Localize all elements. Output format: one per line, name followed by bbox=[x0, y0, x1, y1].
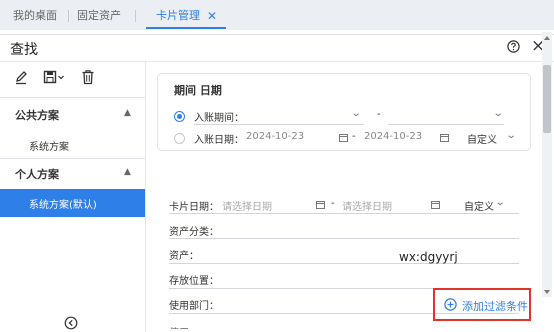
add-filter-button[interactable]: 添加过滤条件 bbox=[433, 288, 531, 321]
card-date-end-input[interactable]: 请选择日期 bbox=[342, 198, 392, 213]
scroll-down-arrow[interactable] bbox=[544, 290, 550, 294]
calendar-icon[interactable] bbox=[440, 133, 449, 142]
public-schemes-section: 公共方案 ▲ 系统方案 bbox=[0, 98, 145, 160]
date-dash: - bbox=[352, 131, 356, 142]
tab-card-management[interactable]: 卡片管理 bbox=[156, 7, 200, 25]
calendar-icon[interactable] bbox=[431, 200, 440, 209]
tab-separator bbox=[135, 10, 136, 22]
asset-category-input[interactable] bbox=[169, 238, 519, 239]
scheme-item-label: 系统方案(默认) bbox=[29, 200, 97, 211]
scroll-thumb[interactable] bbox=[543, 65, 551, 133]
help-icon[interactable] bbox=[507, 40, 520, 53]
card-date-mode-select[interactable]: 自定义 bbox=[464, 198, 494, 213]
tab-separator bbox=[68, 10, 69, 22]
delete-icon[interactable] bbox=[81, 68, 95, 86]
asset-input[interactable] bbox=[169, 263, 519, 264]
next-field-label-partial: 使用 bbox=[169, 324, 189, 329]
vertical-scrollbar[interactable] bbox=[542, 32, 552, 297]
card-date-label: 卡片日期： bbox=[169, 202, 219, 213]
add-filter-label: 添加过滤条件 bbox=[462, 300, 528, 313]
field-underline bbox=[169, 213, 519, 214]
watermark-text: wx:dgyyrj bbox=[399, 250, 458, 264]
scroll-up-arrow[interactable] bbox=[544, 36, 550, 40]
period-label: 入账期间： bbox=[194, 113, 244, 124]
period-end-select[interactable] bbox=[388, 124, 504, 125]
calendar-icon[interactable] bbox=[316, 200, 325, 209]
calendar-icon[interactable] bbox=[339, 133, 348, 142]
scheme-item[interactable]: 系统方案 bbox=[29, 138, 69, 153]
period-dash: - bbox=[377, 109, 381, 120]
date-end-value[interactable]: 2024-10-23 bbox=[364, 131, 422, 142]
collapse-sidebar-icon[interactable] bbox=[64, 316, 78, 330]
scheme-item-default[interactable]: 系统方案(默认) bbox=[0, 189, 145, 217]
date-start-value[interactable]: 2024-10-23 bbox=[246, 131, 304, 142]
chevron-down-icon[interactable]: ⌄ bbox=[506, 130, 517, 141]
tab-fixed-assets[interactable]: 固定资产 bbox=[77, 7, 121, 25]
chevron-up-icon[interactable]: ▲ bbox=[124, 108, 131, 118]
period-start-select[interactable] bbox=[194, 124, 364, 125]
plus-circle-icon bbox=[444, 298, 457, 311]
period-radio[interactable] bbox=[174, 111, 185, 122]
public-schemes-title[interactable]: 公共方案 bbox=[15, 107, 59, 123]
save-icon[interactable] bbox=[43, 68, 65, 86]
asset-category-label: 资产分类： bbox=[169, 227, 219, 238]
period-date-title: 期间 日期 bbox=[174, 84, 222, 97]
location-label: 存放位置： bbox=[169, 276, 219, 287]
period-date-card: 期间 日期 入账期间： ⌄ - ⌄ 入账日期： 2024-10-23 - 202… bbox=[157, 73, 531, 151]
card-date-dash: - bbox=[331, 198, 335, 209]
private-schemes-title[interactable]: 个人方案 bbox=[15, 166, 59, 182]
date-label: 入账日期： bbox=[194, 135, 244, 146]
edit-icon[interactable] bbox=[14, 68, 28, 86]
tab-my-desktop[interactable]: 我的桌面 bbox=[13, 7, 57, 25]
dialog-header: 查找 × bbox=[0, 35, 554, 62]
period-end-dropdown-icon[interactable]: ⌄ bbox=[493, 108, 504, 119]
dialog-title: 查找 bbox=[10, 42, 38, 58]
scheme-sidebar: 公共方案 ▲ 系统方案 个人方案 ▲ 系统方案(默认) bbox=[0, 62, 146, 332]
date-mode-select[interactable]: 自定义 bbox=[467, 131, 497, 146]
department-label: 使用部门： bbox=[169, 301, 219, 312]
tab-close-icon[interactable]: ✕ bbox=[207, 7, 217, 25]
active-tab-indicator bbox=[146, 27, 226, 29]
tab-bar: 我的桌面 固定资产 卡片管理 ✕ bbox=[0, 0, 554, 30]
period-start-dropdown-icon[interactable]: ⌄ bbox=[351, 108, 362, 119]
date-radio[interactable] bbox=[174, 133, 185, 144]
asset-label: 资产： bbox=[169, 251, 199, 262]
chevron-up-icon[interactable]: ▲ bbox=[124, 167, 131, 177]
chevron-down-icon[interactable]: ⌄ bbox=[495, 197, 506, 208]
card-date-start-input[interactable]: 请选择日期 bbox=[222, 198, 272, 213]
